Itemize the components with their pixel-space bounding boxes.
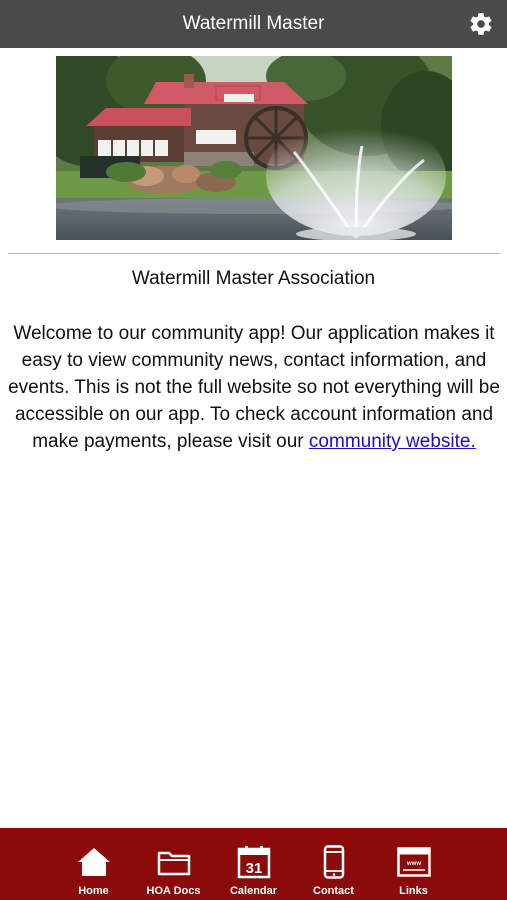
browser-icon: www [396, 847, 431, 877]
header-bar: Watermill Master [0, 0, 507, 48]
bottom-tab-bar: Home HOA Docs 31 Calendar Contact www Li… [0, 828, 507, 900]
home-icon [77, 848, 110, 876]
tab-label: Home [78, 885, 109, 897]
divider [8, 253, 500, 254]
browser-icon-text: www [405, 861, 420, 867]
folder-icon [157, 851, 190, 876]
tab-links[interactable]: www Links [374, 828, 454, 900]
intro-paragraph: Welcome to our community app! Our applic… [6, 320, 502, 455]
settings-button[interactable] [467, 10, 495, 38]
tab-label: Calendar [229, 885, 278, 897]
tab-home[interactable]: Home [54, 828, 134, 900]
hero-image [56, 56, 452, 240]
association-title: Watermill Master Association [131, 268, 376, 289]
calendar-icon: 31 [237, 846, 270, 879]
app-screen: Watermill Master Watermill Master Associ… [0, 0, 507, 900]
tab-contact[interactable]: Contact [294, 828, 374, 900]
tab-label: HOA Docs [146, 885, 201, 897]
tab-label: Contact [313, 885, 354, 897]
gear-icon [470, 13, 492, 35]
tab-calendar[interactable]: 31 Calendar [214, 828, 294, 900]
community-website-link[interactable]: community website. [309, 431, 476, 452]
tab-hoa-docs[interactable]: HOA Docs [134, 828, 214, 900]
tab-label: Links [399, 885, 428, 897]
phone-icon [323, 845, 344, 879]
page-title: Watermill Master [182, 13, 325, 34]
calendar-icon-date: 31 [245, 860, 262, 877]
